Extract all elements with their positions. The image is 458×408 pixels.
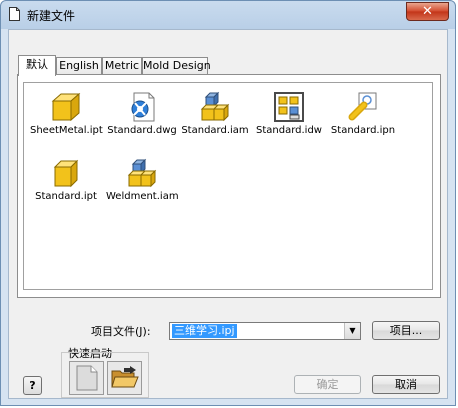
cancel-button[interactable]: 取消 xyxy=(372,375,440,394)
file-item-sheetmetal-ipt[interactable]: SheetMetal.ipt xyxy=(30,91,103,139)
open-folder-icon xyxy=(110,366,139,388)
ok-button[interactable]: 确定 xyxy=(294,375,361,394)
sheet-metal-part-icon xyxy=(51,92,81,122)
new-document-icon xyxy=(76,365,97,391)
weldment-assembly-icon xyxy=(127,158,157,188)
tab-mold-design[interactable]: Mold Design xyxy=(142,57,211,74)
quick-new-button[interactable] xyxy=(69,361,104,395)
file-label: Standard.idw xyxy=(256,125,322,136)
drawing-dwg-icon xyxy=(131,92,155,122)
close-icon: ✕ xyxy=(422,4,433,19)
project-file-value: 三维学习.ipj xyxy=(172,324,237,338)
template-file-list[interactable]: SheetMetal.ipt Standard.dwg Standard.iam… xyxy=(23,82,433,290)
file-item-standard-ipt[interactable]: Standard.ipt xyxy=(30,157,102,205)
file-label: Standard.iam xyxy=(181,125,249,136)
file-label: SheetMetal.ipt xyxy=(30,125,103,136)
tab-english[interactable]: English xyxy=(56,57,102,74)
file-label: Standard.ipn xyxy=(330,125,396,136)
file-item-standard-dwg[interactable]: Standard.dwg xyxy=(106,91,178,139)
help-icon: ? xyxy=(29,379,36,392)
file-item-weldment-iam[interactable]: Weldment.iam xyxy=(106,157,179,205)
tab-default[interactable]: 默认 xyxy=(18,55,56,76)
dialog-title: 新建文件 xyxy=(27,9,76,23)
tab-metric[interactable]: Metric xyxy=(102,57,142,74)
file-item-standard-iam[interactable]: Standard.iam xyxy=(179,91,251,139)
file-label: Standard.ipt xyxy=(35,191,97,202)
part-icon xyxy=(53,159,79,188)
file-label: Standard.dwg xyxy=(107,125,177,136)
quick-launch-group xyxy=(61,352,149,398)
file-label: Weldment.iam xyxy=(106,191,179,202)
project-file-select[interactable]: 三维学习.ipj ▼ xyxy=(169,322,361,340)
chevron-down-icon[interactable]: ▼ xyxy=(344,323,360,339)
quick-open-button[interactable] xyxy=(107,361,142,395)
file-item-standard-ipn[interactable]: Standard.ipn xyxy=(327,91,399,139)
help-button[interactable]: ? xyxy=(23,376,42,395)
title-bar[interactable]: 新建文件 ✕ xyxy=(1,1,455,29)
drawing-idw-icon xyxy=(274,92,304,122)
project-file-label: 项目文件(J): xyxy=(91,325,151,338)
file-item-standard-idw[interactable]: Standard.idw xyxy=(253,91,325,139)
document-icon xyxy=(9,7,20,21)
new-file-dialog: 新建文件 ✕ 默认 English Metric Mold Design She… xyxy=(0,0,456,406)
close-button[interactable]: ✕ xyxy=(406,2,449,21)
tab-panel: SheetMetal.ipt Standard.dwg Standard.iam… xyxy=(17,74,441,298)
project-button[interactable]: 项目... xyxy=(372,321,440,340)
dialog-body: 默认 English Metric Mold Design SheetMetal… xyxy=(8,29,448,399)
presentation-icon xyxy=(348,92,377,121)
assembly-icon xyxy=(200,91,230,122)
